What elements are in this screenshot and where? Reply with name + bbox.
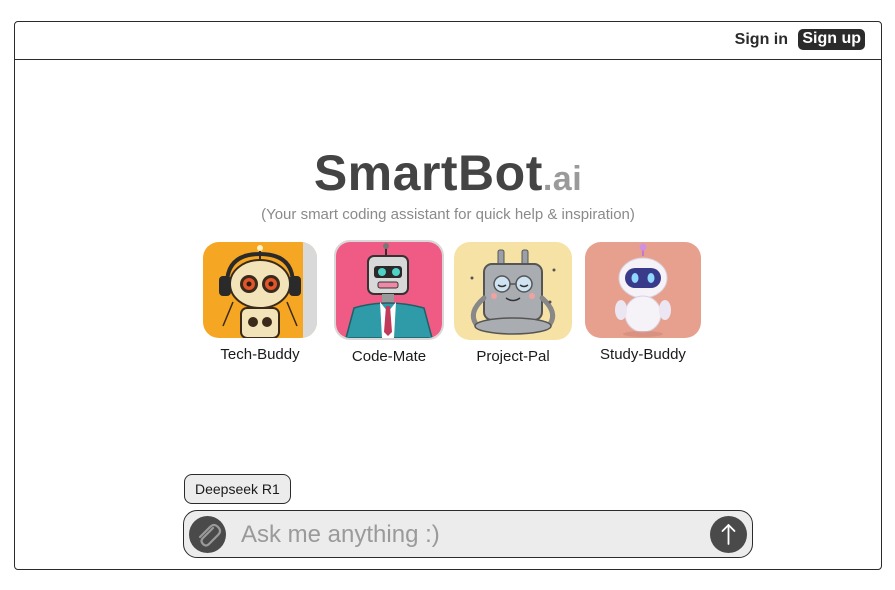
bot-label: Study-Buddy bbox=[600, 346, 686, 363]
sign-in-link[interactable]: Sign in bbox=[735, 31, 788, 49]
robot-suit-icon bbox=[334, 240, 444, 340]
send-button[interactable] bbox=[710, 516, 747, 553]
sign-up-button[interactable]: Sign up bbox=[798, 29, 865, 50]
robot-headphones-icon bbox=[203, 242, 317, 338]
chat-composer bbox=[183, 510, 753, 558]
bot-label: Tech-Buddy bbox=[220, 346, 300, 363]
model-selector[interactable]: Deepseek R1 bbox=[184, 474, 291, 504]
bot-label: Code-Mate bbox=[351, 348, 427, 365]
robot-meditating-icon bbox=[454, 242, 572, 340]
arrow-up-icon bbox=[721, 524, 736, 545]
bot-card-tech-buddy[interactable]: Tech-Buddy bbox=[200, 242, 320, 363]
bot-picker: Tech-Buddy Code-Mate Project-Pal Study-B… bbox=[200, 240, 703, 372]
bot-card-project-pal[interactable]: Project-Pal bbox=[453, 242, 573, 365]
app-window: Sign in Sign up SmartBot.ai (Your smart … bbox=[14, 21, 882, 570]
brand-tld: .ai bbox=[542, 160, 583, 198]
brand-name: SmartBot bbox=[313, 145, 543, 201]
bot-card-study-buddy[interactable]: Study-Buddy bbox=[583, 242, 703, 363]
brand-logo: SmartBot.ai bbox=[15, 144, 881, 202]
chat-input[interactable] bbox=[239, 517, 693, 553]
bot-label: Project-Pal bbox=[476, 348, 550, 365]
robot-cute-icon bbox=[585, 242, 701, 338]
attach-button[interactable] bbox=[189, 516, 226, 553]
bot-card-code-mate[interactable]: Code-Mate bbox=[329, 240, 449, 365]
paperclip-icon bbox=[198, 523, 222, 547]
top-bar: Sign in Sign up bbox=[15, 22, 881, 60]
tagline: (Your smart coding assistant for quick h… bbox=[261, 206, 635, 223]
